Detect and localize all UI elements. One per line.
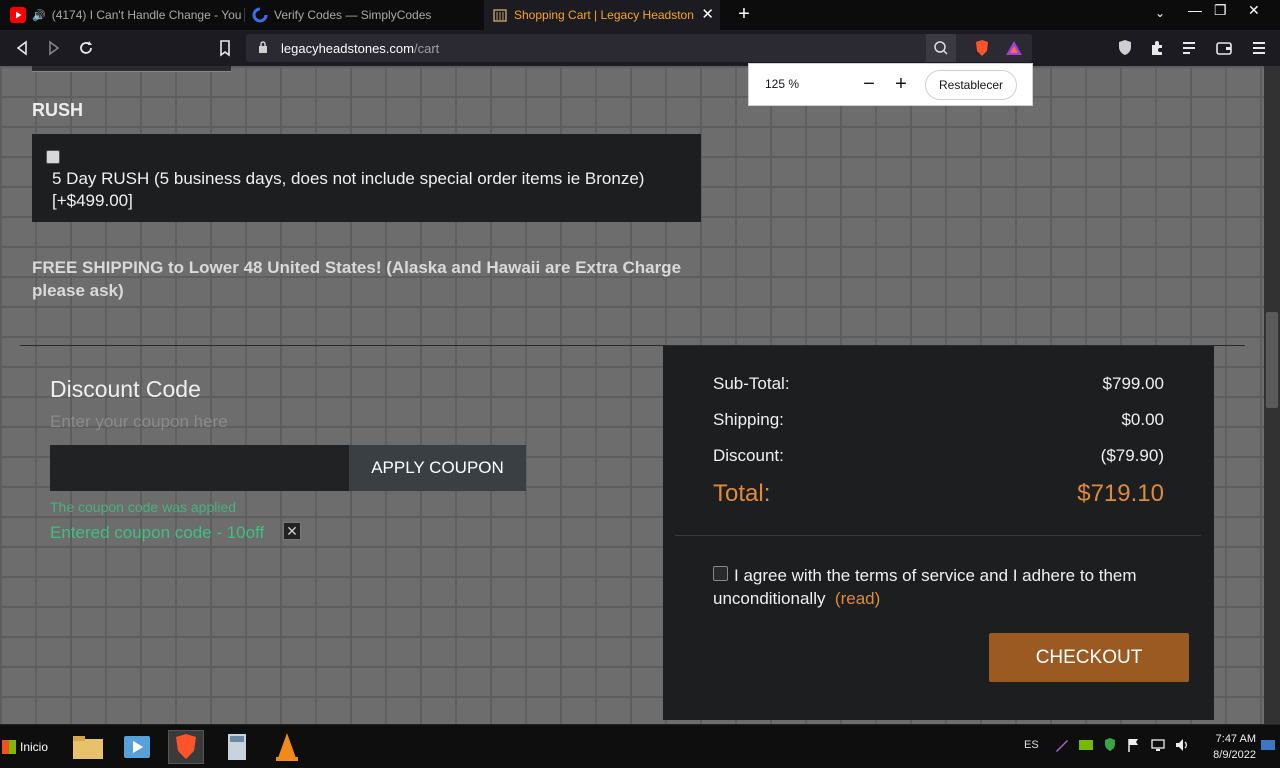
calculator-icon[interactable]	[219, 730, 255, 764]
legacy-headstones-icon	[492, 7, 508, 23]
rush-checkbox[interactable]	[46, 150, 60, 164]
terms-text: I agree with the terms of service and I …	[713, 566, 1137, 608]
tab-youtube[interactable]: 🔊 (4174) I Can't Handle Change - You	[10, 0, 242, 30]
extensions-icon[interactable]	[1149, 39, 1167, 57]
new-tab-button[interactable]: +	[734, 4, 754, 24]
free-shipping-notice: FREE SHIPPING to Lower 48 United States!…	[32, 258, 682, 300]
close-window-button[interactable]: ✕	[1248, 2, 1260, 19]
terms-read-link[interactable]: (read)	[835, 589, 880, 608]
forward-button[interactable]	[44, 38, 64, 58]
brave-rewards-icon[interactable]	[1004, 38, 1024, 58]
windows-logo-icon	[2, 740, 16, 754]
network-icon[interactable]	[1150, 737, 1166, 756]
brave-browser-icon[interactable]	[168, 730, 204, 764]
zoom-indicator[interactable]	[926, 34, 956, 62]
zoom-popup: 125 % − + Restablecer	[748, 63, 1033, 106]
url-text: legacyheadstones.com/cart	[281, 41, 439, 56]
pen-tray-icon[interactable]	[1054, 737, 1070, 756]
subtotal-value: $799.00	[1102, 374, 1164, 393]
rush-heading: RUSH	[32, 100, 84, 120]
entered-coupon-text: Entered coupon code - 10off	[50, 523, 265, 542]
zoom-in-button[interactable]: +	[889, 72, 913, 96]
volume-icon[interactable]	[1174, 737, 1190, 756]
action-center-flag-icon[interactable]	[1126, 737, 1142, 756]
bookmark-icon[interactable]	[215, 38, 235, 58]
address-bar[interactable]: legacyheadstones.com/cart	[246, 34, 1032, 62]
vpn-shield-icon[interactable]	[1116, 39, 1134, 57]
brave-shields-icon[interactable]	[972, 38, 992, 58]
zoom-reset-button[interactable]: Restablecer	[925, 70, 1017, 100]
taskbar: Inicio ES 7:47 AM 8/9/2022	[0, 724, 1280, 768]
media-player-icon[interactable]	[119, 730, 155, 764]
coupon-input[interactable]	[50, 445, 350, 491]
show-desktop-icon[interactable]	[1260, 737, 1276, 756]
discount-code-subtitle: Enter your coupon here	[50, 412, 228, 431]
simplycodes-icon	[252, 7, 268, 23]
terms-agreement: I agree with the terms of service and I …	[713, 564, 1173, 610]
vlc-icon[interactable]	[269, 730, 305, 764]
apply-coupon-button[interactable]: APPLY COUPON	[349, 445, 526, 491]
shipping-label: Shipping:	[713, 410, 784, 429]
remove-coupon-button[interactable]: ✕	[283, 522, 301, 540]
url-path: /cart	[413, 41, 440, 56]
start-button[interactable]: Inicio	[2, 733, 54, 761]
total-label: Total:	[713, 480, 771, 507]
language-indicator[interactable]: ES	[1024, 739, 1039, 751]
tab-title: Shopping Cart | Legacy Headstone	[514, 8, 694, 22]
discount-code-title: Discount Code	[50, 376, 201, 402]
discount-label: Discount:	[713, 446, 784, 465]
toolbar: legacyheadstones.com/cart	[0, 30, 1280, 66]
reload-button[interactable]	[76, 38, 96, 58]
zoom-level: 125 %	[765, 77, 800, 91]
discount-value: ($79.90)	[1100, 446, 1164, 465]
playlist-icon[interactable]	[1181, 39, 1199, 57]
order-summary: Sub-Total: $799.00 Shipping: $0.00 Disco…	[663, 346, 1214, 720]
file-explorer-icon[interactable]	[70, 730, 106, 764]
checkout-button[interactable]: CHECKOUT	[989, 633, 1189, 682]
system-clock[interactable]: 7:47 AM 8/9/2022	[1196, 731, 1256, 763]
rush-option-label: 5 Day RUSH (5 business days, does not in…	[52, 169, 645, 210]
youtube-icon	[10, 7, 26, 23]
subtotal-label: Sub-Total:	[713, 374, 790, 393]
shipping-value: $0.00	[1121, 410, 1164, 429]
rush-option-box: 5 Day RUSH (5 business days, does not in…	[32, 134, 701, 222]
url-domain: legacyheadstones.com	[281, 41, 414, 56]
clock-date: 8/9/2022	[1213, 749, 1256, 761]
zoom-out-button[interactable]: −	[857, 72, 881, 96]
close-tab-icon[interactable]: ✕	[701, 7, 714, 23]
speaker-icon[interactable]: 🔊	[32, 9, 46, 22]
tab-title: (4174) I Can't Handle Change - You	[51, 8, 242, 22]
restore-button[interactable]: ❐	[1214, 2, 1227, 19]
tab-title: Verify Codes — SimplyCodes	[274, 8, 432, 22]
textarea-edge[interactable]	[32, 66, 231, 72]
clock-time: 7:47 AM	[1215, 733, 1256, 745]
start-label: Inicio	[20, 740, 49, 754]
back-button[interactable]	[12, 38, 32, 58]
tab-simplycodes[interactable]: Verify Codes — SimplyCodes	[252, 0, 480, 30]
tab-bar: 🔊 (4174) I Can't Handle Change - You Ver…	[0, 0, 1280, 30]
tab-shopping-cart[interactable]: Shopping Cart | Legacy Headstone ✕	[484, 0, 720, 30]
tab-list-chevron-icon[interactable]: ⌄	[1155, 6, 1165, 20]
security-tray-icon[interactable]	[1102, 737, 1118, 756]
summary-divider	[675, 535, 1201, 536]
total-value: $719.10	[1077, 480, 1164, 507]
coupon-applied-message: The coupon code was applied	[50, 499, 237, 515]
zoom-magnifier-icon	[934, 41, 948, 55]
cart-page: RUSH 5 Day RUSH (5 business days, does n…	[0, 66, 1264, 724]
scrollbar-thumb[interactable]	[1266, 312, 1278, 408]
minimize-button[interactable]: —	[1188, 2, 1202, 18]
nvidia-tray-icon[interactable]	[1078, 737, 1094, 756]
menu-icon[interactable]	[1250, 39, 1268, 57]
tab-divider	[244, 8, 245, 22]
wallet-icon[interactable]	[1215, 39, 1233, 57]
lock-icon	[259, 41, 267, 53]
